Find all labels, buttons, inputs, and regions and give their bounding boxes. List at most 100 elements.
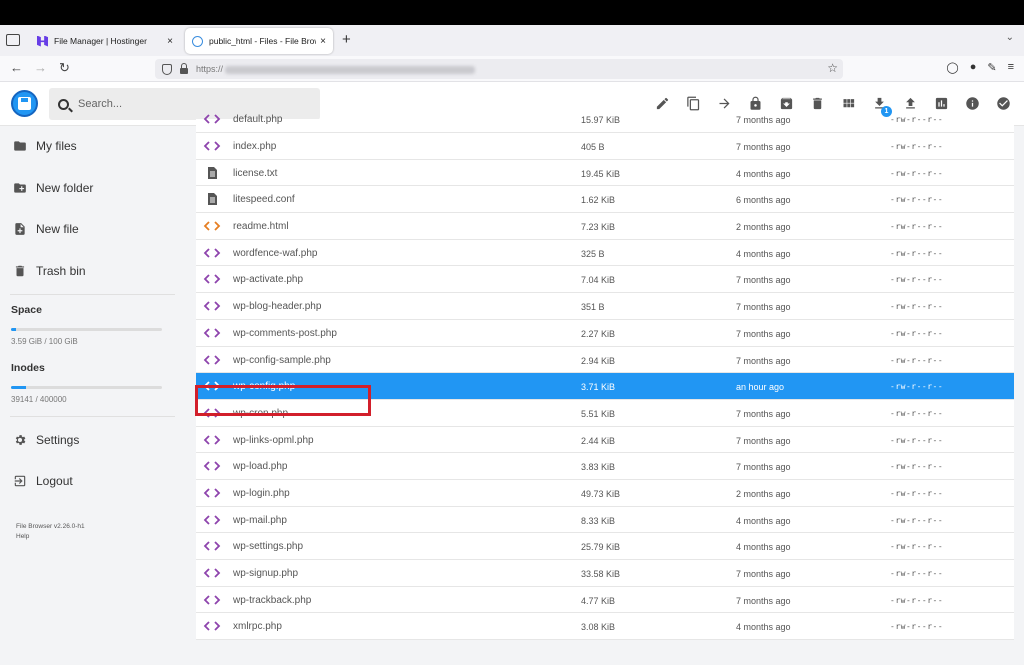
file-size: 3.08 KiB (581, 622, 616, 633)
code-file-icon (203, 299, 221, 313)
disk-usage-icon[interactable] (931, 93, 952, 114)
file-size: 19.45 KiB (581, 168, 621, 179)
table-row[interactable]: wp-load.php 3.83 KiB 7 months ago -rw-r--r-… (196, 453, 1014, 480)
tab-file-browser[interactable]: public_html - Files - File Browser × (185, 28, 333, 54)
tab-close-icon[interactable]: × (316, 36, 330, 47)
table-row[interactable]: wp-mail.php 8.33 KiB 4 months ago -rw-r--r-… (196, 507, 1014, 534)
move-icon[interactable] (714, 93, 735, 114)
file-modified: 7 months ago (736, 115, 791, 125)
file-name: wp-signup.php (233, 568, 299, 579)
sidebar-item-my-files[interactable]: My files (13, 139, 77, 153)
file-permissions: -rw-r--r-- (890, 542, 944, 552)
table-row[interactable]: litespeed.conf 1.62 KiB 6 months ago -rw-r-… (196, 186, 1014, 214)
new-tab-button[interactable]: + (342, 31, 351, 48)
table-row[interactable]: readme.html 7.23 KiB 2 months ago -rw-r--r-… (196, 213, 1014, 240)
back-arrow-icon[interactable]: ← (10, 60, 23, 75)
file-name: wp-config-sample.php (233, 354, 331, 366)
file-permissions: -rw-r--r-- (890, 302, 944, 312)
archive-icon[interactable] (776, 93, 797, 114)
sidebar-item-settings[interactable]: Settings (13, 433, 79, 447)
table-row[interactable]: wp-links-opml.php 2.44 KiB 7 months ago -rw… (196, 427, 1014, 454)
chevron-down-icon[interactable]: ⌄ (1006, 32, 1014, 43)
permissions-lock-icon[interactable] (745, 93, 766, 114)
table-row[interactable]: license.txt 19.45 KiB 4 months ago -rw-r--r… (196, 160, 1014, 187)
upload-icon[interactable] (900, 93, 921, 114)
table-row[interactable]: wp-config-sample.php 2.94 KiB 7 months ago… (196, 347, 1014, 374)
table-row[interactable]: default.php 15.97 KiB 7 months ago -rw-r--r… (196, 114, 1014, 133)
file-modified: an hour ago (736, 382, 785, 393)
text-file-icon (203, 192, 221, 206)
navigation-bar: ← → ↻ https:// ☆ ◯ ● ✎ ≡ (0, 56, 1024, 82)
table-row[interactable]: wp-login.php 49.73 KiB 2 months ago -rw-r--… (196, 480, 1014, 507)
file-name: license.txt (233, 167, 278, 179)
file-permissions: -rw-r--r-- (890, 435, 944, 445)
table-row[interactable]: wp-settings.php 25.79 KiB 4 months ago -rw-… (196, 533, 1014, 560)
file-name: wp-activate.php (233, 274, 304, 286)
gear-icon (15, 435, 26, 445)
table-row[interactable]: wp-comments-post.php 2.27 KiB 7 months ago… (196, 320, 1014, 347)
table-row[interactable]: index.php 405 B 7 months ago -rw-r--r-- (196, 133, 1014, 160)
shield-icon[interactable] (162, 63, 172, 75)
tab-close-icon[interactable]: × (163, 36, 177, 47)
reload-icon[interactable]: ↻ (59, 60, 70, 76)
file-permissions: -rw-r--r-- (890, 622, 944, 632)
sidebar-item-logout[interactable]: Logout (13, 474, 73, 488)
tab-title: File Manager | Hostinger (54, 36, 147, 46)
grid-view-icon[interactable] (838, 93, 859, 114)
download-icon[interactable]: 1 (869, 93, 892, 117)
pocket-icon[interactable]: ◯ (946, 61, 958, 74)
file-permissions: -rw-r--r-- (890, 569, 944, 578)
file-modified: 7 months ago (736, 569, 791, 579)
folder-icon (14, 141, 26, 151)
file-name: wp-login.php (233, 487, 290, 499)
space-title: Space (11, 304, 42, 316)
sidebar-item-trash-bin[interactable]: Trash bin (13, 264, 86, 278)
delete-icon[interactable] (807, 93, 828, 114)
info-icon[interactable] (962, 93, 983, 114)
table-row[interactable]: wp-blog-header.php 351 B 7 months ago -rw-r… (196, 293, 1014, 320)
code-file-icon (203, 566, 221, 580)
file-size: 325 B (581, 248, 605, 259)
sidebar-item-label: My files (36, 139, 77, 153)
sidebar-divider (10, 294, 175, 295)
file-name: wordfence-waf.php (233, 247, 318, 259)
tab-list-icon[interactable] (6, 34, 20, 46)
copy-icon[interactable] (683, 93, 704, 114)
search-input[interactable] (78, 98, 298, 110)
lock-icon[interactable] (180, 63, 188, 74)
tab-title: public_html - Files - File Browser (209, 36, 316, 46)
edit-icon[interactable] (652, 93, 673, 114)
space-usage-text: 3.59 GiB / 100 GiB (11, 337, 78, 346)
sidebar: My files New folder New file Trash bin S… (0, 126, 185, 665)
file-permissions: -rw-r--r-- (890, 328, 944, 338)
file-permissions: -rw-r--r-- (890, 595, 944, 605)
filebrowser-logo-icon[interactable] (11, 90, 38, 117)
sidebar-item-new-folder[interactable]: New folder (13, 181, 93, 195)
html-file-icon (203, 219, 221, 233)
check-circle-icon[interactable] (993, 93, 1014, 114)
forward-arrow-icon[interactable]: → (34, 60, 47, 75)
tab-hostinger[interactable]: File Manager | Hostinger × (30, 28, 180, 54)
table-row[interactable]: xmlrpc.php 3.08 KiB 4 months ago -rw-r--r-- (196, 613, 1014, 641)
sidebar-item-label: Settings (36, 433, 80, 447)
browser-toolbar: ◯ ● ✎ ≡ (946, 61, 1014, 74)
bookmark-star-icon[interactable]: ☆ (827, 61, 838, 75)
table-row[interactable]: wp-activate.php 7.04 KiB 7 months ago -rw-r… (196, 266, 1014, 294)
file-size: 4.77 KiB (581, 595, 616, 606)
file-modified: 7 months ago (736, 408, 791, 419)
file-permissions: -rw-r--r-- (890, 115, 944, 124)
table-row[interactable]: wordfence-waf.php 325 B 4 months ago -rw-r-… (196, 240, 1014, 267)
table-row[interactable]: wp-trackback.php 4.77 KiB 7 months ago -rw-… (196, 587, 1014, 614)
menu-icon[interactable]: ≡ (1008, 61, 1014, 74)
table-row[interactable]: wp-signup.php 33.58 KiB 7 months ago -rw-r-… (196, 560, 1014, 587)
extensions-icon[interactable]: ✎ (987, 61, 996, 74)
header-actions: 1 (652, 93, 1014, 117)
file-permissions: -rw-r--r-- (890, 195, 944, 205)
sidebar-item-new-file[interactable]: New file (13, 222, 79, 236)
code-file-icon (203, 486, 221, 500)
new-folder-icon (14, 183, 26, 193)
help-link[interactable]: Help (16, 532, 85, 542)
file-permissions: -rw-r--r-- (890, 168, 944, 178)
account-icon[interactable]: ● (970, 61, 977, 74)
address-bar[interactable]: https:// ☆ (155, 59, 843, 79)
